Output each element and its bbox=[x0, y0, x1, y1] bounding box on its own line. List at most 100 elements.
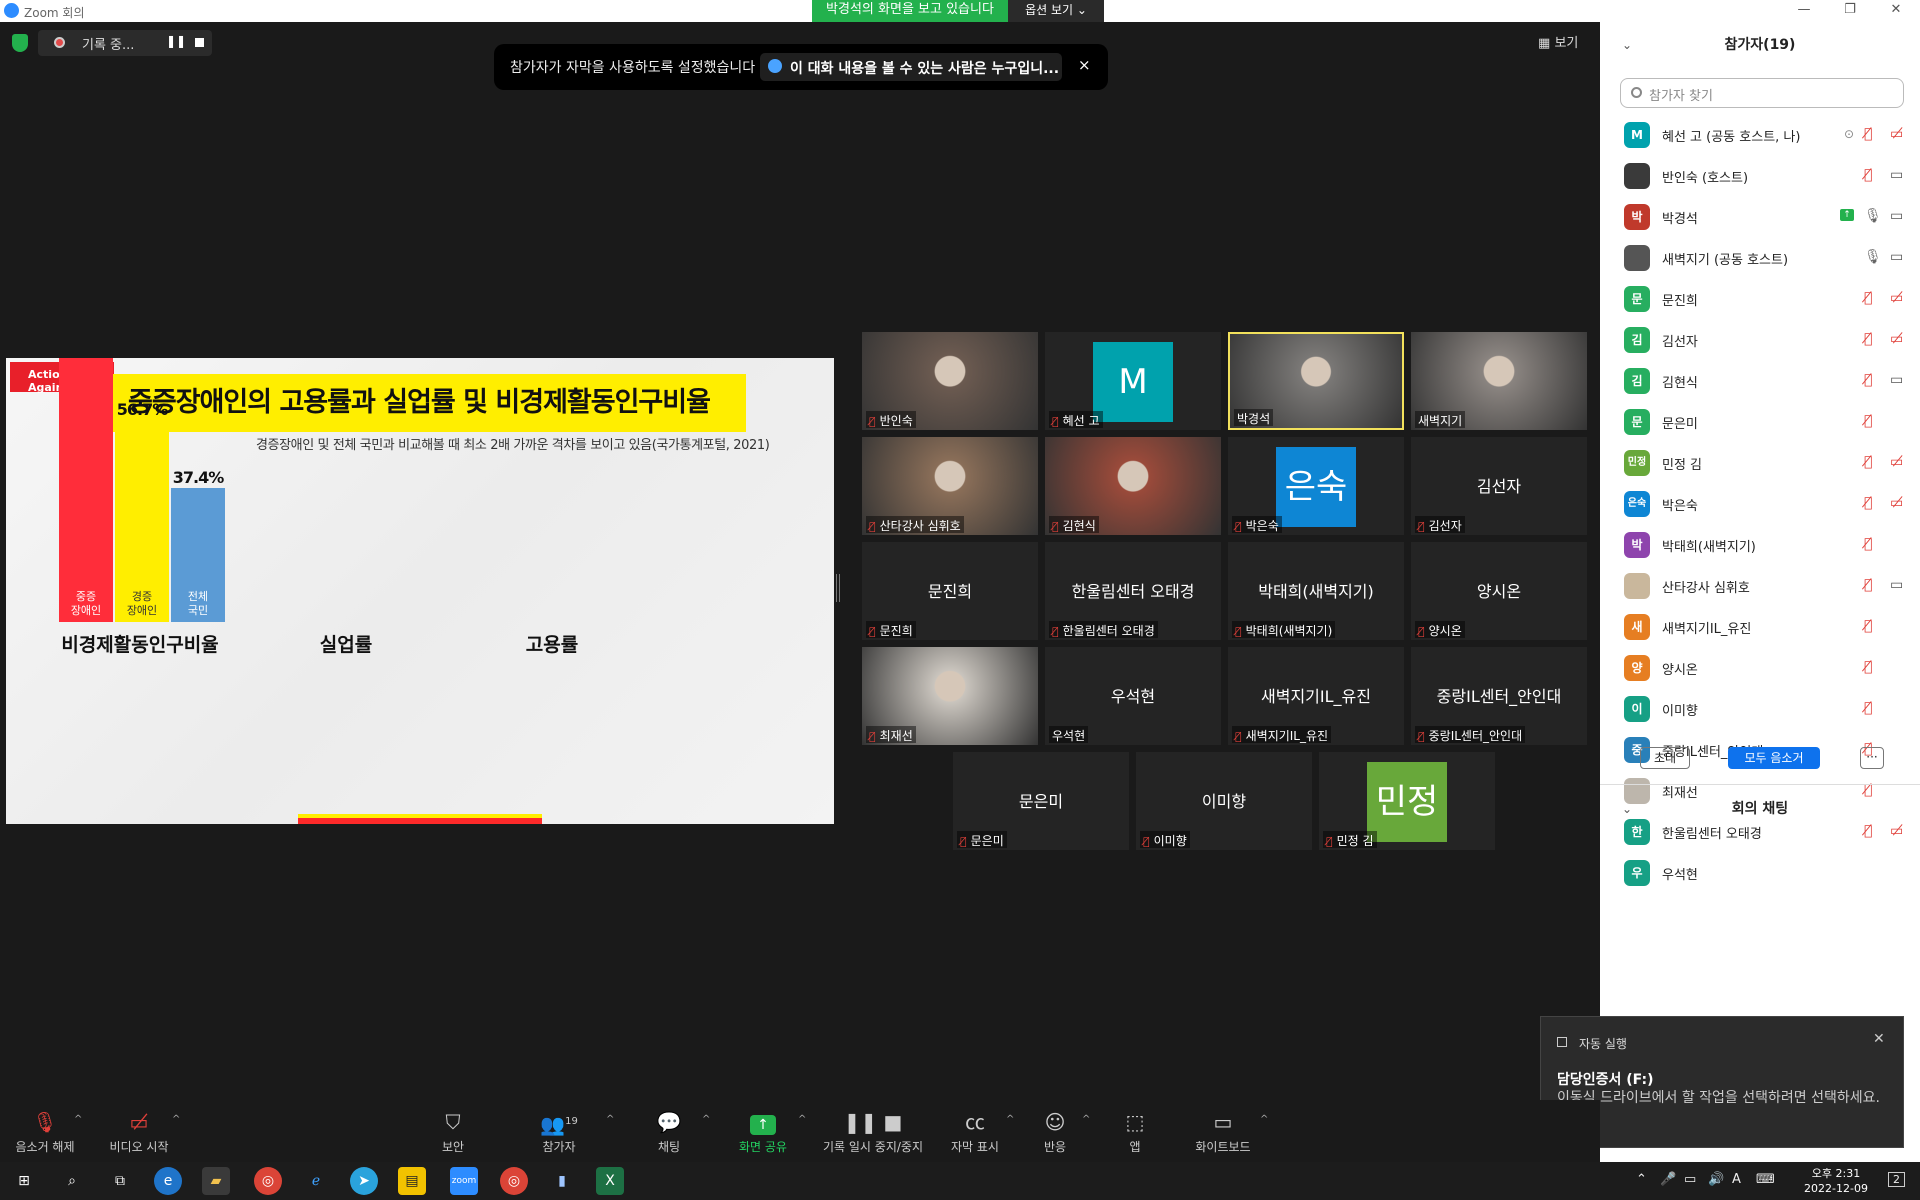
edge-icon[interactable]: e bbox=[154, 1167, 182, 1195]
participant-row[interactable]: 이 이미향 🎙̸ bbox=[1600, 688, 1920, 729]
video-tile[interactable]: 중랑IL센터_안인대 🎙̸ 중랑IL센터_안인대 bbox=[1411, 647, 1587, 745]
mic-muted-icon[interactable]: 🎙̸ bbox=[1864, 290, 1872, 306]
view-options-button[interactable]: 옵션 보기 ⌄ bbox=[1008, 0, 1104, 22]
tray-keyboard-icon[interactable]: ⌨ bbox=[1756, 1172, 1775, 1187]
camera-on-icon[interactable]: ▭ bbox=[1890, 372, 1903, 388]
mic-muted-icon[interactable]: 🎙̸ bbox=[1864, 495, 1872, 511]
mic-muted-icon[interactable]: 🎙̸ bbox=[1864, 577, 1872, 593]
video-options-caret-icon[interactable]: ^ bbox=[172, 1114, 180, 1125]
mic-muted-icon[interactable]: 🎙̸ bbox=[1864, 700, 1872, 716]
chat-caret-icon[interactable]: ^ bbox=[702, 1114, 710, 1125]
mic-muted-icon[interactable]: 🎙̸ bbox=[1864, 823, 1872, 839]
camera-off-icon[interactable]: ▭̸ bbox=[1890, 290, 1903, 306]
participant-row[interactable]: 반인숙 (호스트) 🎙̸ ▭ bbox=[1600, 155, 1920, 196]
participant-row[interactable]: 김 김현식 🎙̸ ▭ bbox=[1600, 360, 1920, 401]
tray-chevron-icon[interactable]: ⌃ bbox=[1636, 1172, 1647, 1187]
file-explorer-icon[interactable]: ▰ bbox=[202, 1167, 230, 1195]
participant-row[interactable]: 김 김선자 🎙̸ ▭̸ bbox=[1600, 319, 1920, 360]
captions-button[interactable]: ㏄ 자막 표시 ^ bbox=[930, 1110, 1020, 1155]
mic-muted-icon[interactable]: 🎙̸ bbox=[1864, 331, 1872, 347]
video-tile[interactable]: 박태희(새벽지기) 🎙̸ 박태희(새벽지기) bbox=[1228, 542, 1404, 640]
audio-options-caret-icon[interactable]: ^ bbox=[74, 1114, 82, 1125]
resize-divider-handle[interactable] bbox=[836, 574, 840, 602]
notification-center-icon[interactable]: 2 bbox=[1888, 1172, 1905, 1187]
security-shield-icon[interactable] bbox=[12, 34, 28, 52]
taskbar-clock[interactable]: 오후 2:31 2022-12-09 bbox=[1794, 1166, 1878, 1196]
mic-muted-icon[interactable]: 🎙̸ bbox=[1864, 536, 1872, 552]
video-tile[interactable]: 🎙̸ 최재선 bbox=[862, 647, 1038, 745]
mic-muted-icon[interactable]: 🎙̸ bbox=[1864, 618, 1872, 634]
security-button[interactable]: ⛉ 보안 bbox=[408, 1110, 498, 1155]
zoom-taskbar-icon[interactable]: zoom bbox=[450, 1167, 478, 1195]
video-tile[interactable]: 🎙̸ 반인숙 bbox=[862, 332, 1038, 430]
video-tile[interactable]: 우석현 우석현 bbox=[1045, 647, 1221, 745]
document-app-icon[interactable]: ▮ bbox=[548, 1167, 576, 1195]
video-tile[interactable]: 이미향 🎙̸ 이미향 bbox=[1136, 752, 1312, 850]
camera-off-icon[interactable]: ▭̸ bbox=[1890, 823, 1903, 839]
participant-search-input[interactable]: 참가자 찾기 bbox=[1620, 78, 1904, 108]
who-can-see-button[interactable]: 이 대화 내용을 볼 수 있는 사람은 누구입니... bbox=[760, 53, 1062, 81]
minimize-icon[interactable]: — bbox=[1784, 2, 1824, 17]
unmute-button[interactable]: 🎙 음소거 해제 ^ bbox=[0, 1110, 90, 1155]
more-options-button[interactable]: ··· bbox=[1860, 747, 1884, 769]
participant-row[interactable]: 우 우석현 bbox=[1600, 852, 1920, 893]
reactions-button[interactable]: ☺ 반응 ^ bbox=[1010, 1110, 1100, 1155]
video-tile[interactable]: 민정 🎙̸ 민정 김 bbox=[1319, 752, 1495, 850]
apps-button[interactable]: ⬚ 앱 bbox=[1090, 1110, 1180, 1155]
participants-button[interactable]: 👥19 참가자 ^ bbox=[514, 1110, 614, 1155]
video-tile[interactable]: 김선자 🎙̸ 김선자 bbox=[1411, 437, 1587, 535]
task-view-icon[interactable]: ⧉ bbox=[106, 1167, 134, 1195]
pause-recording-icon[interactable]: ❚❚ bbox=[166, 34, 186, 48]
restore-icon[interactable]: ❐ bbox=[1830, 2, 1870, 17]
camera-off-icon[interactable]: ▭̸ bbox=[1890, 454, 1903, 470]
mic-muted-icon[interactable]: 🎙̸ bbox=[1864, 454, 1872, 470]
mic-on-icon[interactable]: 🎙 bbox=[1864, 249, 1882, 265]
close-caption-notice-icon[interactable]: × bbox=[1078, 56, 1091, 74]
invite-button[interactable]: 초대 bbox=[1640, 747, 1690, 769]
tray-network-icon[interactable]: ▭ bbox=[1684, 1172, 1696, 1187]
pause-stop-recording-button[interactable]: ❚❚ ■ 기록 일시 중지/중지 bbox=[818, 1110, 928, 1155]
participant-row[interactable]: 산타강사 심휘호 🎙̸ ▭ bbox=[1600, 565, 1920, 606]
mic-muted-icon[interactable]: 🎙̸ bbox=[1864, 372, 1872, 388]
camera-off-icon[interactable]: ▭̸ bbox=[1890, 331, 1903, 347]
stop-recording-icon[interactable] bbox=[195, 38, 204, 47]
participant-row[interactable]: 민정 민정 김 🎙̸ ▭̸ bbox=[1600, 442, 1920, 483]
tray-ime-label[interactable]: A bbox=[1732, 1172, 1741, 1187]
video-tile[interactable]: 🎙̸ 김현식 bbox=[1045, 437, 1221, 535]
mic-muted-icon[interactable]: 🎙̸ bbox=[1864, 659, 1872, 675]
share-caret-icon[interactable]: ^ bbox=[798, 1114, 806, 1125]
video-tile[interactable]: 은숙 🎙̸ 박은숙 bbox=[1228, 437, 1404, 535]
internet-explorer-icon[interactable]: ℯ bbox=[302, 1167, 330, 1195]
telegram-icon[interactable]: ➤ bbox=[350, 1167, 378, 1195]
camera-off-icon[interactable]: ▭̸ bbox=[1890, 126, 1903, 142]
view-layout-button[interactable]: ▦ 보기 bbox=[1538, 32, 1578, 51]
participant-row[interactable]: 문 문진희 🎙̸ ▭̸ bbox=[1600, 278, 1920, 319]
camera-on-icon[interactable]: ▭ bbox=[1890, 167, 1903, 183]
participant-row[interactable]: 박 박경석 ↑ 🎙 ▭ bbox=[1600, 196, 1920, 237]
participant-row[interactable]: M 혜선 고 (공동 호스트, 나) ⊙ 🎙̸ ▭̸ bbox=[1600, 114, 1920, 155]
camera-off-icon[interactable]: ▭̸ bbox=[1890, 495, 1903, 511]
video-tile[interactable]: 새벽지기 bbox=[1411, 332, 1587, 430]
share-screen-button[interactable]: ↑ 화면 공유 ^ bbox=[718, 1110, 808, 1155]
mic-muted-icon[interactable]: 🎙̸ bbox=[1864, 413, 1872, 429]
chrome-profile-icon[interactable]: ◎ bbox=[500, 1167, 528, 1195]
sticky-notes-icon[interactable]: ▤ bbox=[398, 1167, 426, 1195]
search-taskbar-icon[interactable]: ⌕ bbox=[58, 1167, 86, 1195]
participant-row[interactable]: 박 박태희(새벽지기) 🎙̸ bbox=[1600, 524, 1920, 565]
mic-muted-icon[interactable]: 🎙̸ bbox=[1864, 126, 1872, 142]
video-tile[interactable]: 🎙̸ 산타강사 심휘호 bbox=[862, 437, 1038, 535]
close-notification-icon[interactable]: ✕ bbox=[1873, 1031, 1885, 1047]
mic-muted-icon[interactable]: 🎙̸ bbox=[1864, 167, 1872, 183]
video-tile[interactable]: M 🎙̸ 혜선 고 bbox=[1045, 332, 1221, 430]
video-tile[interactable]: 양시온 🎙̸ 양시온 bbox=[1411, 542, 1587, 640]
tray-mic-icon[interactable]: 🎤 bbox=[1660, 1172, 1676, 1187]
participants-caret-icon[interactable]: ^ bbox=[606, 1114, 614, 1125]
video-tile[interactable]: 새벽지기IL_유진 🎙̸ 새벽지기IL_유진 bbox=[1228, 647, 1404, 745]
mic-on-icon[interactable]: 🎙 bbox=[1864, 208, 1882, 224]
start-video-button[interactable]: ▭̸ 비디오 시작 ^ bbox=[94, 1110, 184, 1155]
camera-on-icon[interactable]: ▭ bbox=[1890, 208, 1903, 224]
participant-row[interactable]: 은숙 박은숙 🎙̸ ▭̸ bbox=[1600, 483, 1920, 524]
camera-on-icon[interactable]: ▭ bbox=[1890, 577, 1903, 593]
video-tile[interactable]: 한울림센터 오태경 🎙̸ 한울림센터 오태경 bbox=[1045, 542, 1221, 640]
participant-row[interactable]: 양 양시온 🎙̸ bbox=[1600, 647, 1920, 688]
